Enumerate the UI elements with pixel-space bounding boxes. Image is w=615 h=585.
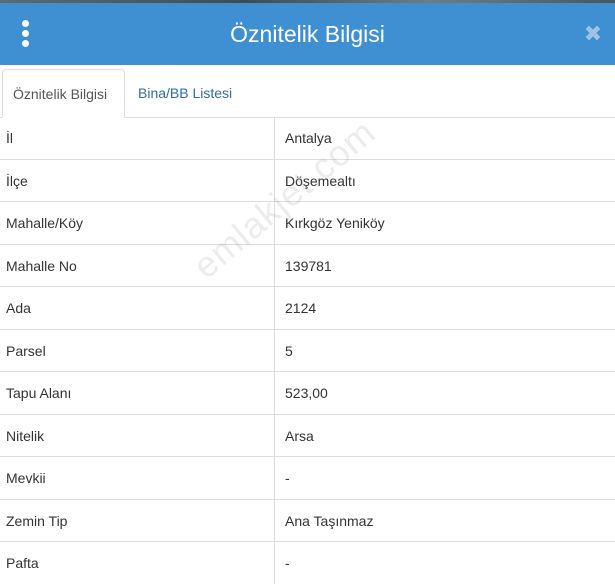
column-divider <box>274 244 275 287</box>
row-label: Ada <box>6 300 31 316</box>
attribute-table: İl Antalya İlçe Döşemealtı Mahalle/Köy K… <box>0 117 615 585</box>
row-label: Mevkii <box>6 470 46 486</box>
column-divider <box>274 414 275 457</box>
row-label: Zemin Tip <box>6 512 68 529</box>
row-label: İlçe <box>6 172 28 189</box>
tab-bina-bb-listesi[interactable]: Bina/BB Listesi <box>128 69 242 117</box>
row-label: Pafta <box>6 555 39 571</box>
close-button[interactable]: ✖ <box>583 23 603 45</box>
row-value: - <box>285 555 290 571</box>
table-row: İl Antalya <box>0 117 615 160</box>
table-row: Parsel 5 <box>0 329 615 372</box>
row-label: Mahalle/Köy <box>6 215 84 231</box>
table-row: Mahalle No 139781 <box>0 244 615 287</box>
table-row: Tapu Alanı 523,00 <box>0 372 615 415</box>
row-label: Mahalle No <box>6 257 77 274</box>
dialog-header: Öznitelik Bilgisi ✖ <box>0 3 615 65</box>
row-label: Tapu Alanı <box>6 385 72 401</box>
table-row: Zemin Tip Ana Taşınmaz <box>0 499 615 542</box>
row-label: Parsel <box>6 342 46 359</box>
tab-oznitelik-bilgisi[interactable]: Öznitelik Bilgisi <box>2 69 125 118</box>
tab-bar: Öznitelik Bilgisi Bina/BB Listesi <box>0 65 615 118</box>
row-label: İl <box>6 130 13 146</box>
row-value: 523,00 <box>285 385 328 401</box>
row-value: Arsa <box>285 427 314 444</box>
close-icon: ✖ <box>583 21 603 46</box>
column-divider <box>274 159 275 202</box>
row-value: Ana Taşınmaz <box>285 512 374 529</box>
row-value: 139781 <box>285 257 332 274</box>
column-divider <box>274 202 275 244</box>
column-divider <box>274 372 275 414</box>
row-value: 5 <box>285 342 293 359</box>
table-row: Pafta - <box>0 542 615 585</box>
column-divider <box>274 457 275 499</box>
row-value: Döşemealtı <box>285 172 356 189</box>
row-label: Nitelik <box>6 427 45 444</box>
dialog-title: Öznitelik Bilgisi <box>230 21 385 47</box>
column-divider <box>274 499 275 542</box>
table-row: Mahalle/Köy Kırkgöz Yeniköy <box>0 202 615 245</box>
row-value: - <box>285 470 290 486</box>
column-divider <box>274 117 275 159</box>
column-divider <box>274 287 275 329</box>
table-row: Nitelik Arsa <box>0 414 615 457</box>
table-row: İlçe Döşemealtı <box>0 159 615 202</box>
column-divider <box>274 542 275 584</box>
row-value: Antalya <box>285 130 332 146</box>
table-row: Mevkii - <box>0 457 615 500</box>
row-value: Kırkgöz Yeniköy <box>285 215 385 231</box>
table-row: Ada 2124 <box>0 287 615 330</box>
column-divider <box>274 329 275 372</box>
row-value: 2124 <box>285 300 317 316</box>
